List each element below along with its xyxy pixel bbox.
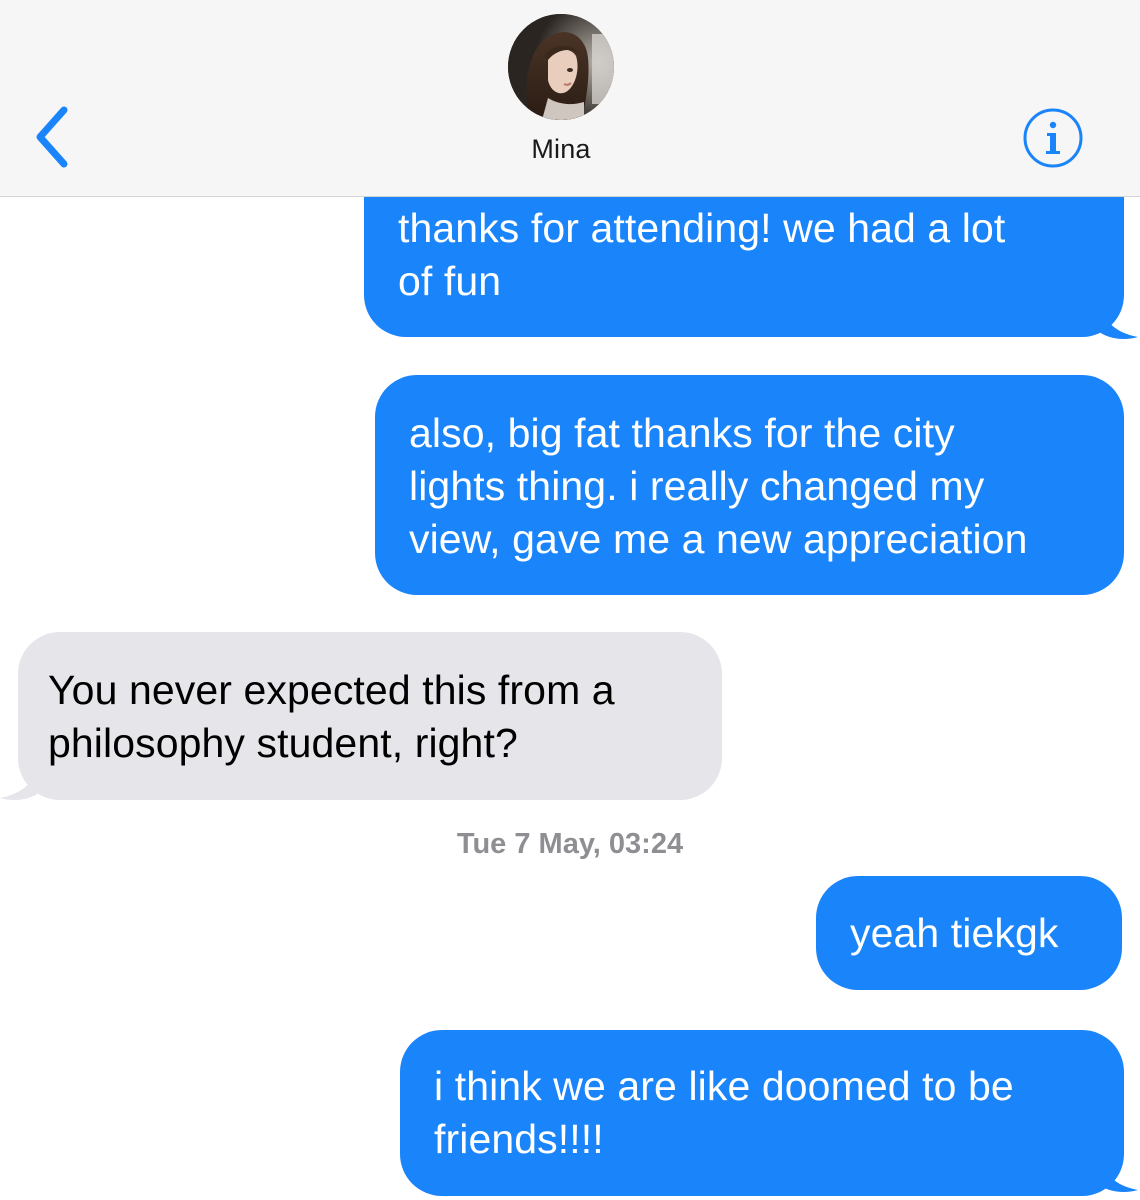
- conversation-header: Mina: [0, 0, 1140, 197]
- message-text: lights thing. i really changed my: [409, 463, 985, 509]
- timestamp: Tue 7 May, 03:24: [456, 828, 684, 860]
- contact-name[interactable]: Mina: [470, 134, 652, 165]
- chevron-left-icon: [36, 106, 68, 168]
- bubble-tail: [0, 760, 40, 800]
- message-text: i think we are like doomed to be: [434, 1063, 1014, 1109]
- info-button[interactable]: [1022, 107, 1084, 169]
- message-text: You never expected this from a: [48, 667, 615, 713]
- message-text: philosophy student, right?: [48, 720, 518, 766]
- message-text: also, big fat thanks for the city: [409, 410, 955, 456]
- message-bubble-received[interactable]: You never expected this from a philosoph…: [18, 632, 722, 800]
- message-bubble-sent[interactable]: also, big fat thanks for the city lights…: [375, 375, 1124, 595]
- message-text: thanks for attending! we had a lot: [398, 205, 1006, 251]
- message-text: view, gave me a new appreciation: [409, 516, 1028, 562]
- back-button[interactable]: [30, 104, 80, 170]
- message-text: yeah tiekgk: [850, 910, 1059, 956]
- message-bubble-sent[interactable]: i think we are like doomed to be friends…: [400, 1030, 1124, 1196]
- message-text: friends!!!!: [434, 1116, 604, 1162]
- message-bubble-sent[interactable]: yeah tiekgk: [816, 876, 1122, 990]
- contact-avatar[interactable]: [508, 14, 614, 120]
- bubble-tail: [1098, 1152, 1138, 1192]
- info-icon: [1023, 108, 1083, 168]
- conversation-screen: thanks for attending! we had a lot of fu…: [0, 0, 1140, 1200]
- message-text: of fun: [398, 258, 502, 304]
- bubble-tail: [1098, 299, 1138, 339]
- avatar-photo: [508, 14, 614, 120]
